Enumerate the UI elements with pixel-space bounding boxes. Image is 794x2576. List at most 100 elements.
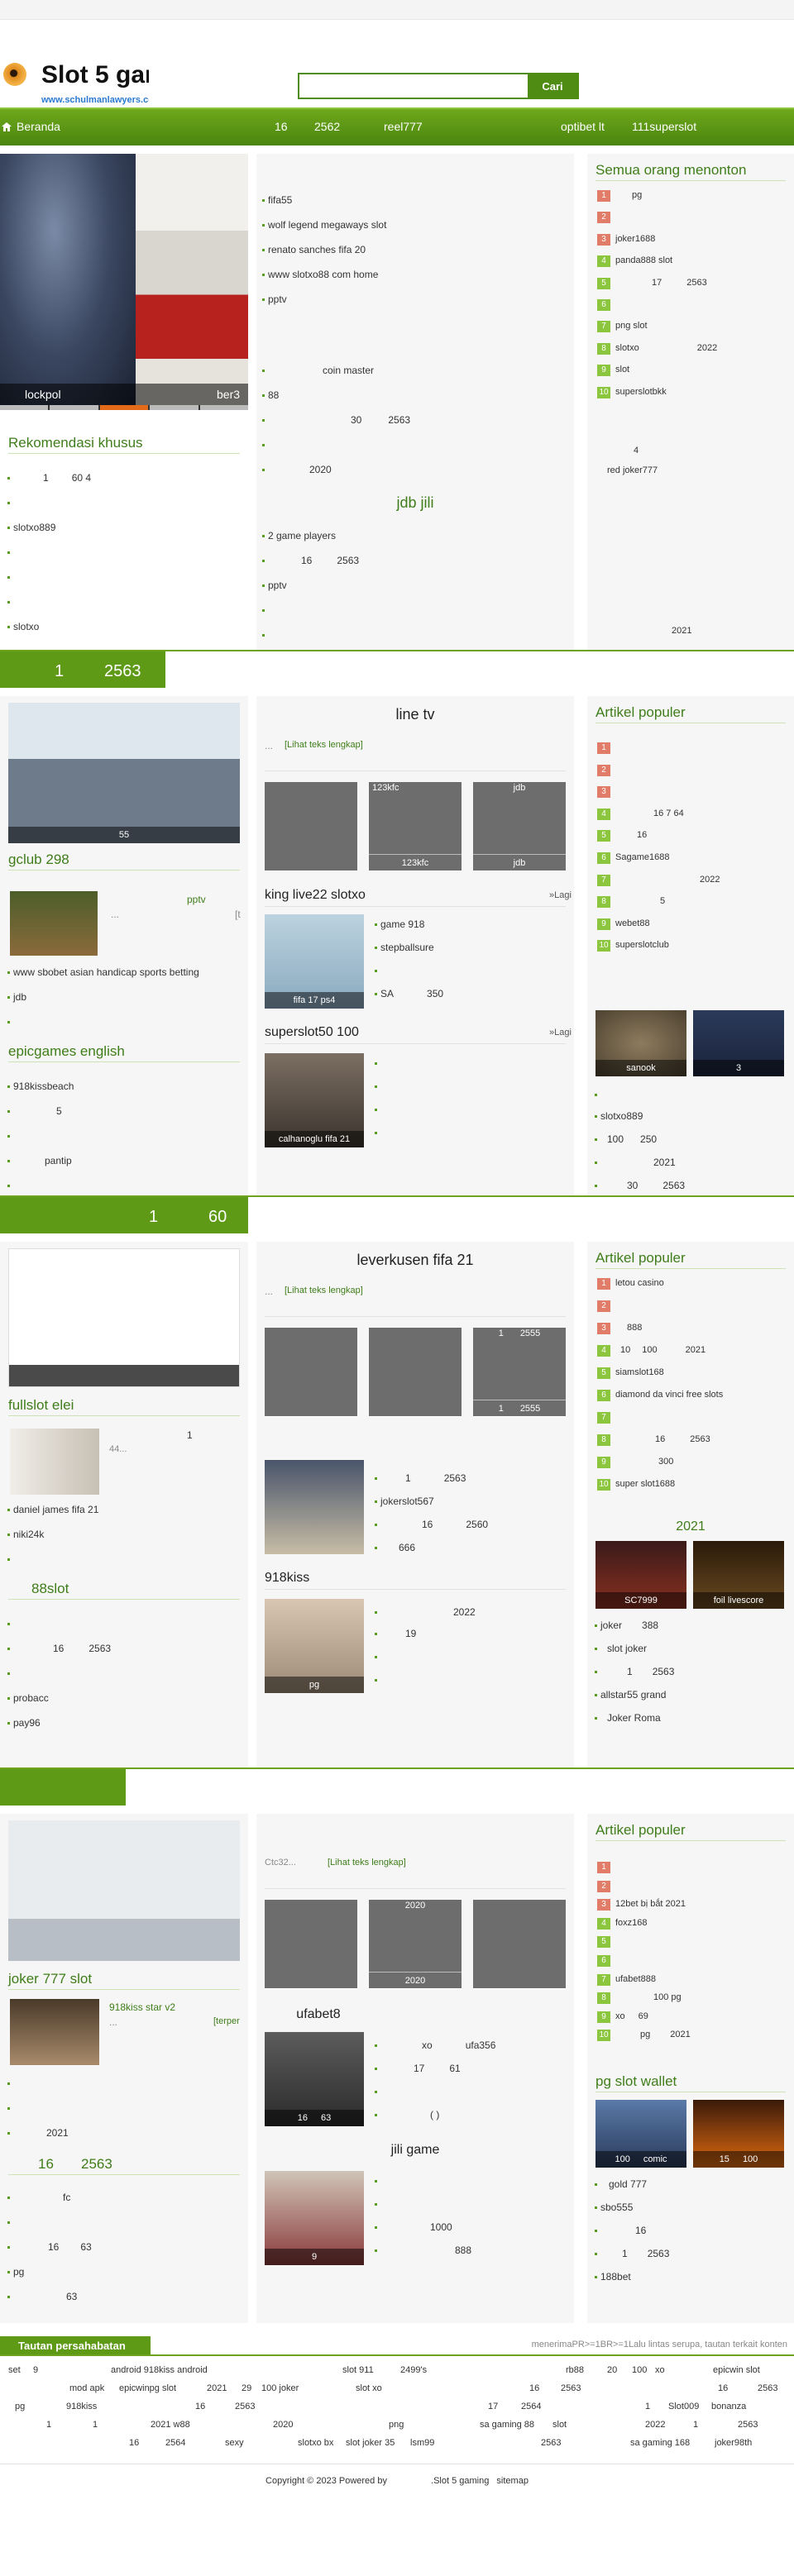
- friend-link[interactable]: 1: [46, 2419, 51, 2431]
- friend-link[interactable]: xo: [655, 2364, 665, 2377]
- friend-link[interactable]: 1: [645, 2401, 650, 2413]
- friend-link[interactable]: slot: [552, 2419, 567, 2431]
- mini-thumb[interactable]: [10, 891, 98, 956]
- rank-item[interactable]: 17 2563: [615, 277, 707, 289]
- list-item[interactable]: 888: [374, 2244, 471, 2258]
- more-link[interactable]: »Lagi: [549, 890, 572, 902]
- rank-item[interactable]: super slot1688: [615, 1478, 675, 1491]
- friend-link[interactable]: slot 911: [342, 2364, 374, 2377]
- video-box[interactable]: 2020 2020: [369, 1900, 462, 1989]
- list-item[interactable]: 16 2563: [7, 1642, 111, 1656]
- rank-item[interactable]: siamslot168: [615, 1367, 664, 1379]
- rank-item[interactable]: slotxo 2022: [615, 342, 717, 355]
- read-more-link[interactable]: [Lihat teks lengkap]: [285, 1285, 363, 1297]
- list-item[interactable]: 16: [594, 2224, 646, 2238]
- friend-link[interactable]: sexy: [225, 2437, 244, 2450]
- sub-title-2[interactable]: 918kiss: [265, 1569, 309, 1587]
- list-item[interactable]: jdb: [7, 990, 26, 1004]
- list-item[interactable]: pptv: [262, 579, 287, 593]
- friend-link[interactable]: slot joker 35: [346, 2437, 395, 2450]
- video-box[interactable]: jdb jdb: [473, 782, 566, 871]
- sub-thumb[interactable]: calhanoglu fifa 21: [265, 1053, 364, 1147]
- mid-title[interactable]: leverkusen fifa 21: [256, 1250, 574, 1271]
- sub-title[interactable]: king live22 slotxo: [265, 886, 366, 904]
- friend-link[interactable]: Slot009: [668, 2401, 699, 2413]
- video-box[interactable]: [369, 1328, 462, 1417]
- list-item[interactable]: 918kissbeach: [7, 1080, 74, 1094]
- list-item[interactable]: 100 250: [594, 1133, 657, 1147]
- list-item[interactable]: gold 777: [594, 2178, 647, 2192]
- friend-link[interactable]: 2563: [738, 2419, 758, 2431]
- list-item[interactable]: xo ufa356: [374, 2039, 495, 2053]
- friend-link[interactable]: 20: [607, 2364, 617, 2377]
- mini-thumb[interactable]: [10, 1999, 99, 2065]
- list-item[interactable]: pg: [7, 2265, 24, 2279]
- friend-link[interactable]: slotxo bx: [298, 2437, 333, 2450]
- video-box[interactable]: [473, 1900, 566, 1989]
- friend-link[interactable]: 2563: [541, 2437, 561, 2450]
- friend-link[interactable]: 2021 w88: [151, 2419, 190, 2431]
- list-item[interactable]: renato sanches fifa 20: [261, 243, 366, 257]
- list-item[interactable]: 188bet: [595, 2270, 631, 2284]
- list-item[interactable]: slot joker: [594, 1642, 647, 1656]
- list-item[interactable]: pay96: [7, 1716, 41, 1730]
- nav-item-1[interactable]: 16: [275, 119, 288, 136]
- friend-link[interactable]: rb88: [566, 2364, 584, 2377]
- friend-link[interactable]: epicwinpg slot: [119, 2383, 176, 2395]
- sub-thumb[interactable]: [265, 1460, 364, 1554]
- sub-thumb[interactable]: 16 63: [265, 2032, 364, 2126]
- sitemap-link[interactable]: sitemap: [496, 2476, 529, 2486]
- video-box[interactable]: [265, 1328, 357, 1417]
- nav-item-5[interactable]: 111superslot: [632, 119, 696, 136]
- list-item[interactable]: www sbobet asian handicap sports betting: [7, 966, 199, 980]
- read-more-link[interactable]: [Lihat teks lengkap]: [285, 739, 363, 751]
- list-item[interactable]: 88: [261, 389, 279, 403]
- list-item[interactable]: 2021: [672, 625, 691, 637]
- mini-thumb[interactable]: [10, 1429, 99, 1495]
- right-thumb[interactable]: foil livescore: [693, 1541, 784, 1609]
- video-box[interactable]: 123kfc 123kfc: [369, 782, 462, 871]
- more-link[interactable]: »Lagi: [549, 1027, 572, 1039]
- friend-link[interactable]: lsm99: [410, 2437, 434, 2450]
- video-box[interactable]: 1 2555 1 2555: [473, 1328, 566, 1417]
- list-item[interactable]: slotxo: [7, 620, 39, 634]
- list-item[interactable]: 4: [634, 445, 639, 457]
- rank-item[interactable]: 10 100 2021: [615, 1344, 706, 1357]
- list-item[interactable]: SA 350: [374, 987, 443, 1001]
- hero-slider[interactable]: lockpol ber3: [0, 154, 248, 410]
- friend-link[interactable]: 2563: [758, 2383, 777, 2395]
- rank-item[interactable]: diamond da vinci free slots: [615, 1389, 723, 1401]
- nav-item-3[interactable]: reel777: [384, 119, 423, 136]
- rank-item[interactable]: Sagame1688: [615, 852, 669, 864]
- list-item[interactable]: Joker Roma: [595, 1711, 661, 1725]
- rank-item[interactable]: ufabet888: [615, 1973, 656, 1986]
- friend-link[interactable]: 2499's: [400, 2364, 427, 2377]
- list-item[interactable]: red joker777: [607, 465, 658, 477]
- list-item[interactable]: jokerslot567: [375, 1495, 434, 1509]
- site-url[interactable]: www.schulmanlawyers.com: [41, 94, 149, 107]
- list-item[interactable]: 30 2563: [594, 1179, 685, 1193]
- rank-item[interactable]: xo 69: [615, 2011, 648, 2023]
- list-item[interactable]: wolf legend megaways slot: [261, 218, 386, 232]
- list-item[interactable]: 1 2563: [594, 1665, 674, 1679]
- sub-title-2[interactable]: superslot50 100: [265, 1023, 359, 1042]
- sub-title-2[interactable]: jili game: [256, 2141, 574, 2159]
- list-item[interactable]: 16 63: [7, 2240, 92, 2254]
- friend-link[interactable]: 100 joker: [261, 2383, 299, 2395]
- rank-item[interactable]: superslotbkk: [615, 386, 667, 398]
- right-thumb[interactable]: 100 comic: [596, 2100, 686, 2168]
- friend-link[interactable]: 1: [693, 2419, 698, 2431]
- rank-item[interactable]: pg 2021: [615, 2029, 691, 2041]
- friend-link[interactable]: 17: [488, 2401, 498, 2413]
- list-item[interactable]: slotxo889: [7, 521, 55, 535]
- mini-link[interactable]: pptv: [187, 893, 206, 907]
- friend-link[interactable]: 1: [93, 2419, 98, 2431]
- rank-item[interactable]: webet88: [615, 918, 650, 930]
- rank-item[interactable]: 12bet bị bắt 2021: [615, 1898, 686, 1911]
- list-item[interactable]: ( ): [374, 2108, 439, 2122]
- rank-item[interactable]: joker1688: [615, 233, 655, 246]
- friend-link[interactable]: 2021: [207, 2383, 227, 2395]
- list-item[interactable]: daniel james fifa 21: [7, 1503, 98, 1517]
- right-thumb[interactable]: sanook: [596, 1010, 686, 1076]
- list-item[interactable]: game 918: [374, 918, 424, 932]
